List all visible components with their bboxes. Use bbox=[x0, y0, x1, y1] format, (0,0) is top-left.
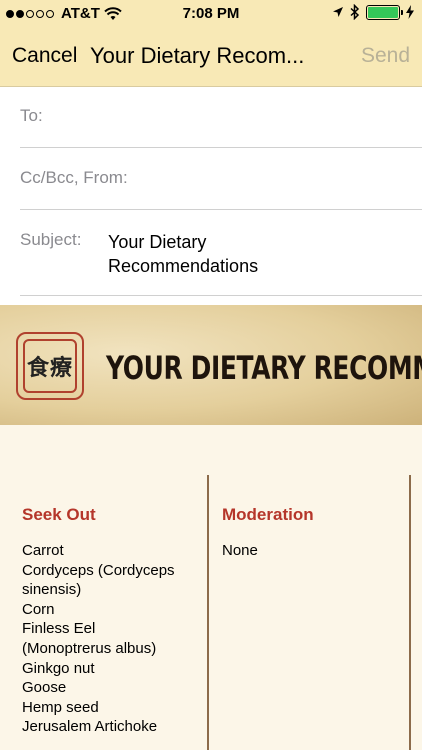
banner-title: YOUR DIETARY RECOMMENDATIONS bbox=[106, 349, 422, 387]
moderation-heading: Moderation bbox=[222, 505, 314, 524]
top-bar: AT&T 7:08 PM Cancel Your Dietary Recom..… bbox=[0, 0, 422, 87]
column-divider bbox=[409, 475, 411, 750]
subject-value[interactable]: Your Dietary Recommendations bbox=[108, 230, 348, 278]
moderation-list: None bbox=[222, 541, 397, 561]
list-item: Ginkgo nut bbox=[22, 659, 95, 677]
to-label: To: bbox=[20, 106, 43, 125]
column-divider bbox=[207, 475, 209, 750]
dietary-banner-image: 食療 YOUR DIETARY RECOMMENDATIONS bbox=[0, 305, 422, 425]
list-item: Hemp seed bbox=[22, 698, 99, 716]
list-item: Cordyceps (Cordyceps bbox=[22, 561, 175, 579]
charging-bolt-icon bbox=[406, 5, 414, 19]
list-item: Goose bbox=[22, 679, 67, 697]
compose-nav-bar: Cancel Your Dietary Recom... Send bbox=[0, 36, 422, 76]
cc-bcc-from-field[interactable]: Cc/Bcc, From: bbox=[20, 148, 422, 210]
seal-logo: 食療 bbox=[16, 332, 84, 400]
list-item: Corn bbox=[22, 600, 55, 618]
send-button[interactable]: Send bbox=[361, 44, 410, 68]
subject-line-2: Recommendations bbox=[108, 256, 259, 276]
list-item: (Monoptrerus albus) bbox=[22, 639, 157, 657]
location-arrow-icon bbox=[333, 7, 343, 17]
subject-field[interactable]: Subject: Your Dietary Recommendations bbox=[20, 210, 422, 296]
cc-bcc-from-label: Cc/Bcc, From: bbox=[20, 168, 128, 187]
seal-text: 食療 bbox=[23, 339, 77, 393]
to-field[interactable]: To: bbox=[20, 86, 422, 148]
seek-out-heading: Seek Out bbox=[22, 505, 96, 524]
compose-title: Your Dietary Recom... bbox=[90, 43, 305, 68]
status-bar: AT&T 7:08 PM bbox=[0, 0, 422, 28]
recommendations-body: Seek Out Carrot Cordyceps (Cordyceps sin… bbox=[0, 425, 422, 750]
bluetooth-icon bbox=[350, 4, 360, 20]
list-item: Jerusalem Artichoke bbox=[22, 718, 158, 736]
list-item: sinensis) bbox=[22, 581, 82, 599]
subject-line-1: Your Dietary bbox=[108, 232, 207, 252]
cancel-button[interactable]: Cancel bbox=[12, 44, 77, 68]
battery-icon bbox=[366, 4, 403, 20]
list-item: Carrot bbox=[22, 542, 64, 559]
status-right bbox=[332, 4, 414, 20]
list-item: None bbox=[222, 542, 258, 559]
subject-label: Subject: bbox=[20, 230, 82, 249]
battery-fill bbox=[368, 6, 398, 18]
seek-out-list: Carrot Cordyceps (Cordyceps sinensis) Co… bbox=[22, 541, 197, 737]
list-item: Finless Eel bbox=[22, 620, 96, 638]
